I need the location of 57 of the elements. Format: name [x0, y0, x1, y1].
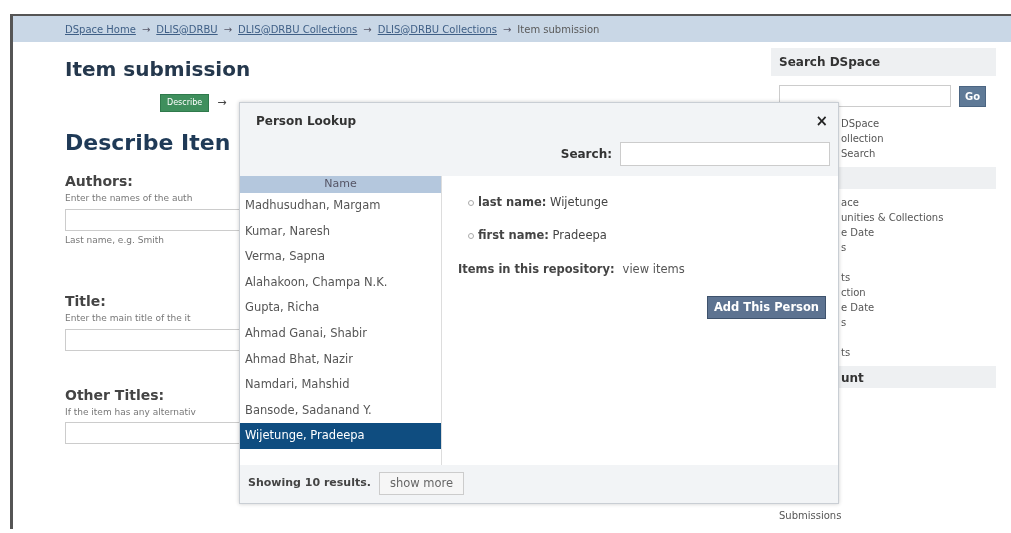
detail-text: first name: Pradeepa: [478, 227, 607, 245]
search-field[interactable]: [620, 142, 830, 166]
step-arrow: →: [217, 94, 227, 111]
sidebar-text: ace: [841, 197, 859, 208]
breadcrumb-separator: →: [223, 22, 233, 37]
result-item[interactable]: Bansode, Sadanand Y.: [240, 397, 441, 424]
sidebar-link[interactable]: s: [841, 317, 847, 328]
results-count: Showing 10 results.: [248, 475, 371, 492]
search-label: Search:: [560, 146, 612, 163]
step-button[interactable]: Describe: [160, 94, 210, 112]
field-label: Title:: [65, 292, 106, 311]
items-label: Items in this repository:: [458, 260, 615, 278]
sidebar-link[interactable]: Submissions: [779, 510, 842, 521]
result-item[interactable]: Namdari, Mahshid: [240, 372, 441, 398]
breadcrumb-link[interactable]: DLIS@DRBU Collections: [238, 21, 358, 37]
close-button[interactable]: ×: [815, 113, 828, 129]
breadcrumb-link[interactable]: DLIS@DRBU Collections: [377, 21, 497, 37]
sidebar-link[interactable]: e Date: [841, 227, 875, 238]
page-title: Item submission: [65, 56, 251, 83]
result-item[interactable]: Alahakoon, Champa N.K.: [240, 269, 441, 296]
breadcrumb-link[interactable]: DSpace Home: [65, 21, 136, 37]
go-button[interactable]: Go: [959, 85, 987, 107]
result-item[interactable]: Verma, Sapna: [240, 244, 441, 270]
result-item[interactable]: Ahmad Bhat, Nazir: [240, 346, 441, 373]
section-title: Describe Iten: [65, 129, 231, 157]
sidebar-link[interactable]: s: [841, 242, 847, 253]
view-items-link[interactable]: view items: [622, 260, 685, 278]
field-label: Authors:: [65, 172, 133, 191]
dialog-title: Person Lookup: [256, 113, 357, 130]
field-label: Other Titles:: [65, 385, 165, 405]
sidebar-text: DSpace: [841, 118, 880, 129]
sidebar-link[interactable]: ts: [841, 347, 851, 358]
sidebar-link[interactable]: e Date: [841, 302, 875, 313]
sidebar-link[interactable]: unities & Collections: [841, 212, 944, 223]
breadcrumb-separator: →: [502, 22, 512, 37]
show-more-button[interactable]: show more: [378, 471, 465, 495]
breadcrumb-link[interactable]: DLIS@DRBU: [156, 21, 218, 37]
breadcrumb-separator: →: [363, 22, 372, 37]
detail-text: last name: Wijetunge: [478, 194, 609, 211]
field-hint: Enter the main title of the it: [65, 312, 191, 325]
field-hint: Enter the names of the auth: [65, 192, 193, 205]
sidebar-heading: Search DSpace: [771, 48, 996, 76]
result-item[interactable]: Wijetunge, Pradeepa: [240, 423, 441, 449]
result-item[interactable]: Gupta, Richa: [240, 295, 441, 321]
result-item[interactable]: Ahmad Ganai, Shabir: [240, 320, 441, 347]
sidebar-text: ollection: [841, 133, 884, 144]
field-note: Last name, e.g. Smith: [65, 233, 164, 247]
sidebar-link[interactable]: Search: [841, 148, 876, 159]
breadcrumb-current: Item submission: [517, 22, 600, 37]
result-item[interactable]: Kumar, Naresh: [240, 218, 441, 245]
result-item[interactable]: Madhusudhan, Margam: [240, 193, 441, 219]
field-hint: If the item has any alternativ: [65, 405, 196, 419]
add-person-button[interactable]: Add This Person: [706, 295, 826, 319]
sidebar-link[interactable]: ts: [841, 272, 851, 283]
breadcrumb-separator: →: [141, 22, 151, 37]
column-header: Name: [240, 176, 441, 193]
sidebar-text: ction: [841, 287, 866, 298]
